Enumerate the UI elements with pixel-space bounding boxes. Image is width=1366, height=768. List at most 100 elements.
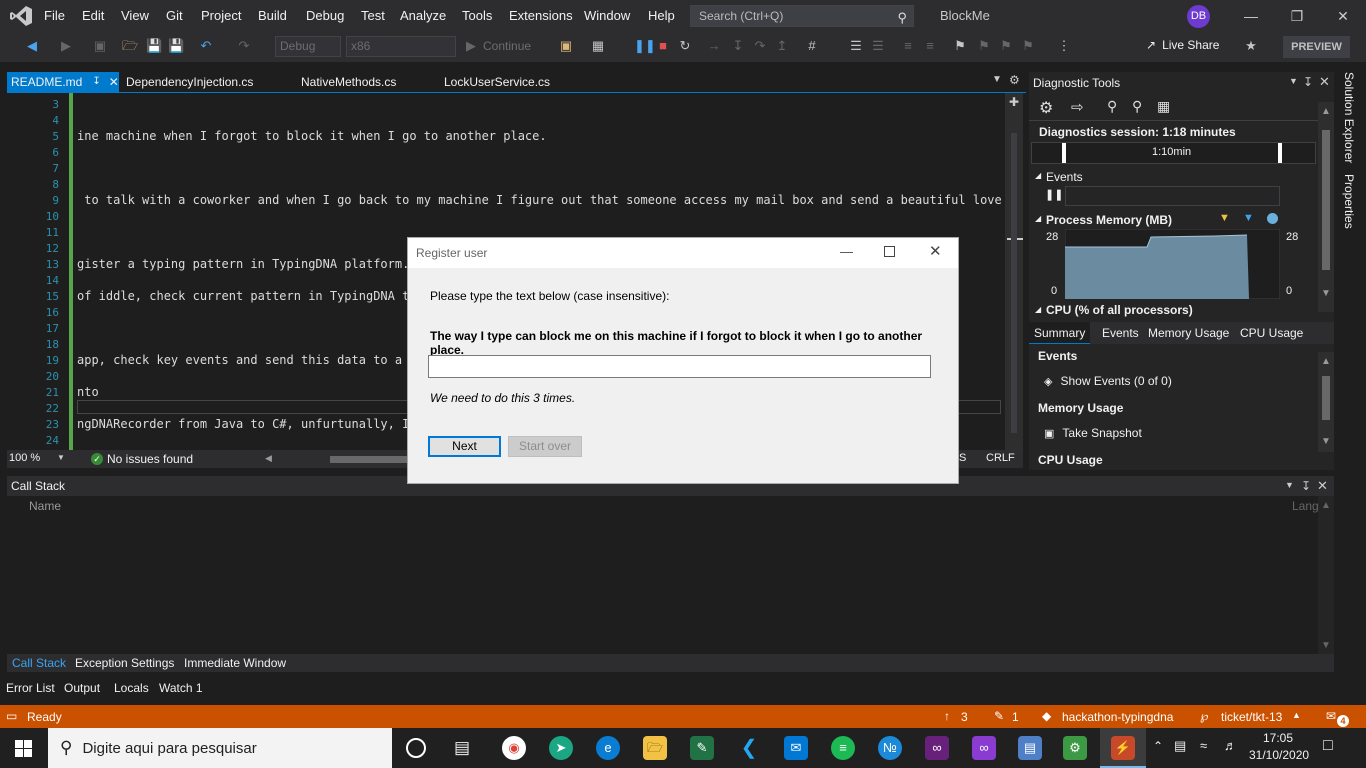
menu-analyze[interactable]: Analyze: [400, 0, 446, 32]
dialog-close-icon[interactable]: ✕: [929, 242, 942, 260]
menu-view[interactable]: View: [121, 0, 149, 32]
cpu-collapse-icon[interactable]: ◢: [1035, 305, 1041, 314]
task-view-icon[interactable]: ▤: [454, 738, 470, 758]
minimize-button[interactable]: —: [1228, 0, 1274, 32]
diag-pin-icon[interactable]: ↧: [1303, 75, 1313, 89]
close-window-button[interactable]: ✕: [1320, 0, 1366, 32]
play-icon[interactable]: ▶: [463, 38, 479, 54]
notes-icon[interactable]: ✎: [690, 736, 714, 760]
edge-icon[interactable]: e: [596, 736, 620, 760]
menu-debug[interactable]: Debug: [306, 0, 344, 32]
next-bookmark-icon[interactable]: ⚑: [998, 38, 1014, 54]
call-stack-scrollbar[interactable]: ▲ ▼: [1318, 496, 1334, 654]
format-icon[interactable]: ☰: [870, 38, 886, 54]
changes-count[interactable]: 1: [1012, 710, 1019, 724]
app-green-icon[interactable]: ➤: [549, 736, 573, 760]
restore-button[interactable]: ❐: [1274, 0, 1320, 32]
menu-window[interactable]: Window: [584, 0, 630, 32]
spotify-icon[interactable]: ≡: [831, 736, 855, 760]
forward-icon[interactable]: ▶: [58, 38, 74, 54]
take-snapshot-button[interactable]: ▣ Take Snapshot: [1044, 426, 1142, 440]
column-name-header[interactable]: Name: [29, 499, 61, 513]
column-lang-header[interactable]: Lang: [1292, 499, 1319, 513]
taskbar-search-input[interactable]: ⚲ Digite aqui para pesquisar: [48, 728, 392, 768]
file-explorer-icon[interactable]: 🗁: [643, 736, 667, 760]
memory-collapse-icon[interactable]: ◢: [1035, 214, 1041, 223]
step-into-icon[interactable]: ↧: [730, 38, 746, 54]
tab-call-stack[interactable]: Call Stack: [12, 656, 66, 670]
step-over-icon[interactable]: ↷: [752, 38, 768, 54]
clock-time[interactable]: 17:05: [1263, 731, 1293, 745]
editor-vertical-scrollbar[interactable]: ✚: [1005, 93, 1023, 450]
zoom-level[interactable]: 100 %: [9, 452, 40, 464]
next-button[interactable]: Next: [428, 436, 501, 457]
app-blue-icon[interactable]: №: [878, 736, 902, 760]
cs-scroll-up-icon[interactable]: ▲: [1321, 500, 1331, 511]
volume-icon[interactable]: ♬: [1224, 738, 1237, 753]
tab-output[interactable]: Output: [64, 681, 100, 695]
code-line[interactable]: nto: [77, 385, 99, 399]
tray-expand-icon[interactable]: ⌃: [1153, 739, 1163, 753]
active-app-highlight[interactable]: ⚡: [1100, 728, 1146, 768]
platform-select[interactable]: x86: [346, 36, 456, 57]
line-ending-indicator[interactable]: CRLF: [986, 452, 1015, 464]
battery-icon[interactable]: ▤: [1174, 738, 1186, 754]
app-tool-icon[interactable]: ⚙: [1063, 736, 1087, 760]
live-share-button[interactable]: ↗ Live Share: [1146, 38, 1219, 52]
code-line[interactable]: app, check key events and send this data…: [77, 353, 424, 367]
tab-events[interactable]: Events: [1102, 322, 1139, 344]
mail-icon[interactable]: ✉: [784, 736, 808, 760]
vscode-icon[interactable]: ❮: [737, 736, 761, 760]
zoom-in-icon[interactable]: ⚲: [1107, 98, 1117, 115]
uncomment-icon[interactable]: ≡: [922, 38, 938, 54]
save-all-icon[interactable]: 💾: [168, 38, 184, 54]
tab-error-list[interactable]: Error List: [6, 681, 55, 695]
pin-icon[interactable]: ↧: [92, 72, 100, 92]
preview-badge[interactable]: PREVIEW: [1283, 36, 1350, 58]
pause-icon[interactable]: ❚❚: [634, 38, 656, 54]
redo-icon[interactable]: ↷: [236, 38, 252, 54]
code-line[interactable]: to talk with a coworker and when I go ba…: [77, 193, 1005, 207]
comment-icon[interactable]: ≡: [900, 38, 916, 54]
callstack-pin-icon[interactable]: ↧: [1301, 479, 1311, 493]
windows-start-icon[interactable]: [15, 740, 32, 757]
code-line[interactable]: gister a typing pattern in TypingDNA pla…: [77, 257, 409, 271]
step-out-icon[interactable]: ↥: [774, 38, 790, 54]
tab-list-dropdown-icon[interactable]: ▼: [992, 74, 1002, 85]
diag-dropdown-icon[interactable]: ▼: [1289, 76, 1298, 86]
back-icon[interactable]: ◀: [24, 38, 40, 54]
diag-scrollbar-bottom[interactable]: ▲ ▼: [1318, 352, 1334, 452]
menu-file[interactable]: File: [44, 0, 65, 32]
avatar[interactable]: DB: [1187, 5, 1210, 28]
visual-studio-icon[interactable]: ∞: [925, 736, 949, 760]
show-next-statement-icon[interactable]: →: [706, 38, 722, 54]
tab-settings-icon[interactable]: ⚙: [1009, 73, 1020, 87]
tab-readme[interactable]: README.md ↧ ✕: [7, 72, 119, 92]
action-center-icon[interactable]: □: [1323, 737, 1333, 755]
stop-icon[interactable]: ■: [655, 38, 671, 54]
branch-dropdown-icon[interactable]: ▲: [1292, 710, 1301, 720]
clock-date[interactable]: 31/10/2020: [1249, 748, 1309, 762]
prev-bookmark-icon[interactable]: ⚑: [976, 38, 992, 54]
search-input[interactable]: Search (Ctrl+Q) ⚲: [690, 5, 914, 27]
code-line[interactable]: ine machine when I forgot to block it wh…: [77, 129, 547, 143]
notifications-icon[interactable]: ✉: [1326, 709, 1336, 723]
menu-git[interactable]: Git: [166, 0, 183, 32]
new-project-icon[interactable]: ▣: [92, 38, 108, 54]
callstack-close-icon[interactable]: ✕: [1317, 478, 1328, 494]
scroll-up-icon-2[interactable]: ▲: [1321, 356, 1331, 367]
bookmark-icon[interactable]: ⚑: [952, 38, 968, 54]
app-window-icon[interactable]: ▤: [1018, 736, 1042, 760]
diag-scrollbar-top[interactable]: ▲ ▼: [1318, 102, 1334, 312]
issues-indicator[interactable]: ✓ No issues found: [91, 452, 193, 466]
close-tab-icon[interactable]: ✕: [109, 72, 119, 92]
typing-input[interactable]: [428, 355, 931, 378]
cortana-icon[interactable]: [406, 738, 426, 758]
feedback-icon[interactable]: ★: [1243, 38, 1259, 54]
callstack-dropdown-icon[interactable]: ▼: [1285, 480, 1294, 490]
zoom-dropdown-icon[interactable]: ▼: [57, 453, 65, 462]
events-track[interactable]: [1065, 186, 1280, 206]
show-events-link[interactable]: ◈ Show Events (0 of 0): [1044, 374, 1172, 388]
thread-icon[interactable]: ☰: [848, 38, 864, 54]
properties-tab[interactable]: Properties: [1342, 174, 1356, 229]
